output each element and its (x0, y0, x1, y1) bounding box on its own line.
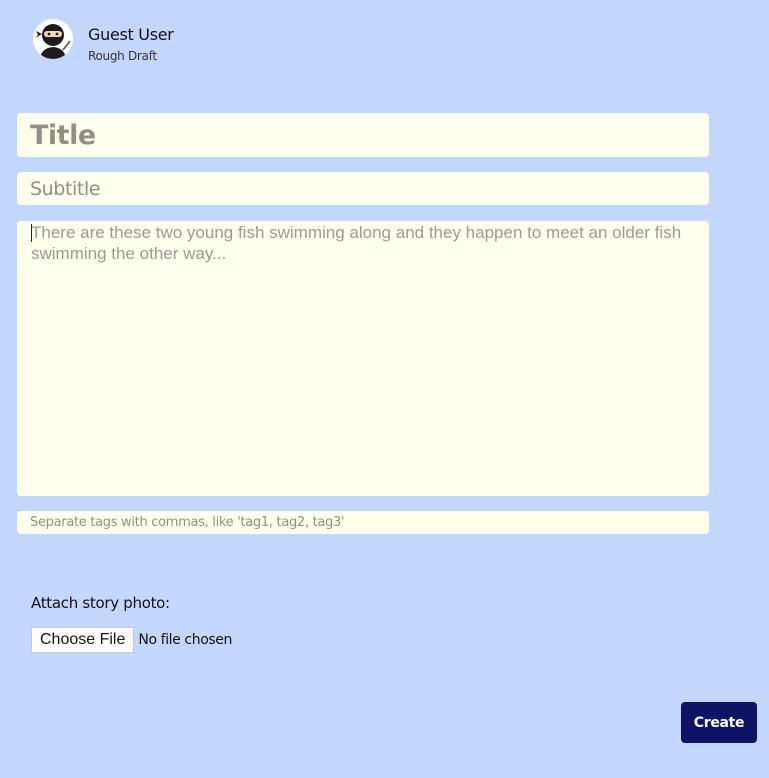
author-header: Guest User Rough Draft (33, 19, 174, 63)
story-body-placeholder: There are these two young fish swimming … (31, 223, 682, 263)
story-editor-page: Guest User Rough Draft There are these t… (0, 0, 769, 778)
file-picker: Choose File No file chosen (31, 627, 232, 653)
author-name: Guest User (88, 25, 174, 44)
story-body-textarea[interactable]: There are these two young fish swimming … (17, 221, 709, 496)
text-caret (31, 224, 32, 242)
choose-file-button[interactable]: Choose File (31, 627, 135, 653)
subtitle-input[interactable] (17, 172, 709, 205)
title-input[interactable] (17, 113, 709, 157)
create-button[interactable]: Create (681, 702, 757, 743)
author-text: Guest User Rough Draft (88, 19, 174, 63)
ninja-avatar-icon (33, 19, 73, 59)
tags-input[interactable] (17, 511, 709, 534)
attach-photo-label: Attach story photo: (31, 594, 170, 612)
draft-status: Rough Draft (88, 49, 157, 63)
file-status-text: No file chosen (138, 632, 232, 648)
